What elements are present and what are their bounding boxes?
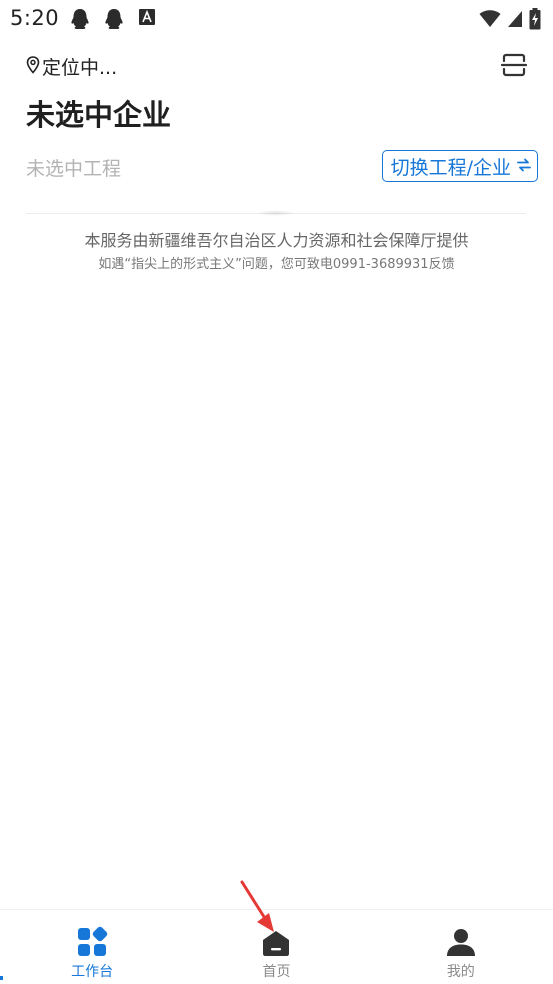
app-screen: 5:20 定位中... 未选中企业 未选中工程 切换工程/企业 本服务由新疆维吾… (0, 0, 553, 984)
tab-home-label: 首页 (262, 964, 291, 980)
tab-mine[interactable]: 我的 (369, 910, 553, 984)
signal-icon (507, 10, 523, 32)
location-pin-icon (26, 55, 40, 78)
font-a-icon (138, 8, 156, 34)
scan-icon (500, 53, 528, 82)
status-bar: 5:20 (0, 0, 553, 38)
wifi-icon (479, 10, 501, 32)
swap-arrows-icon (517, 157, 531, 176)
tab-workbench[interactable]: 工作台 (0, 910, 184, 984)
project-row: 未选中工程 切换工程/企业 (26, 150, 538, 184)
switch-project-company-button[interactable]: 切换工程/企业 (381, 150, 538, 182)
location-indicator[interactable]: 定位中... (26, 53, 117, 80)
home-icon (260, 926, 292, 958)
tab-home[interactable]: 首页 (184, 910, 368, 984)
qq-icon (104, 8, 124, 34)
bottom-nav: 工作台 首页 我的 (0, 909, 553, 984)
edge-indicator (0, 976, 3, 980)
status-notification-icons (70, 8, 156, 34)
pull-indicator (256, 210, 296, 216)
project-placeholder: 未选中工程 (26, 158, 122, 180)
service-provider-text: 本服务由新疆维吾尔自治区人力资源和社会保障厅提供 (84, 231, 469, 250)
battery-charging-icon (529, 8, 541, 34)
grid-apps-icon (76, 926, 108, 958)
status-time: 5:20 (10, 6, 60, 30)
status-system-icons (479, 8, 541, 34)
feedback-hotline-text: 如遇“指尖上的形式主义”问题，您可致电0991-3689931反馈 (98, 257, 455, 272)
switch-button-label: 切换工程/企业 (390, 156, 511, 179)
tab-mine-label: 我的 (446, 964, 475, 980)
service-provider-note: 本服务由新疆维吾尔自治区人力资源和社会保障厅提供 如遇“指尖上的形式主义”问题，… (0, 228, 553, 276)
location-label: 定位中... (42, 57, 118, 79)
company-title: 未选中企业 (26, 98, 172, 132)
user-icon (445, 926, 477, 958)
scan-button[interactable] (500, 52, 528, 78)
tab-workbench-label: 工作台 (71, 964, 114, 980)
qq-icon (70, 8, 90, 34)
